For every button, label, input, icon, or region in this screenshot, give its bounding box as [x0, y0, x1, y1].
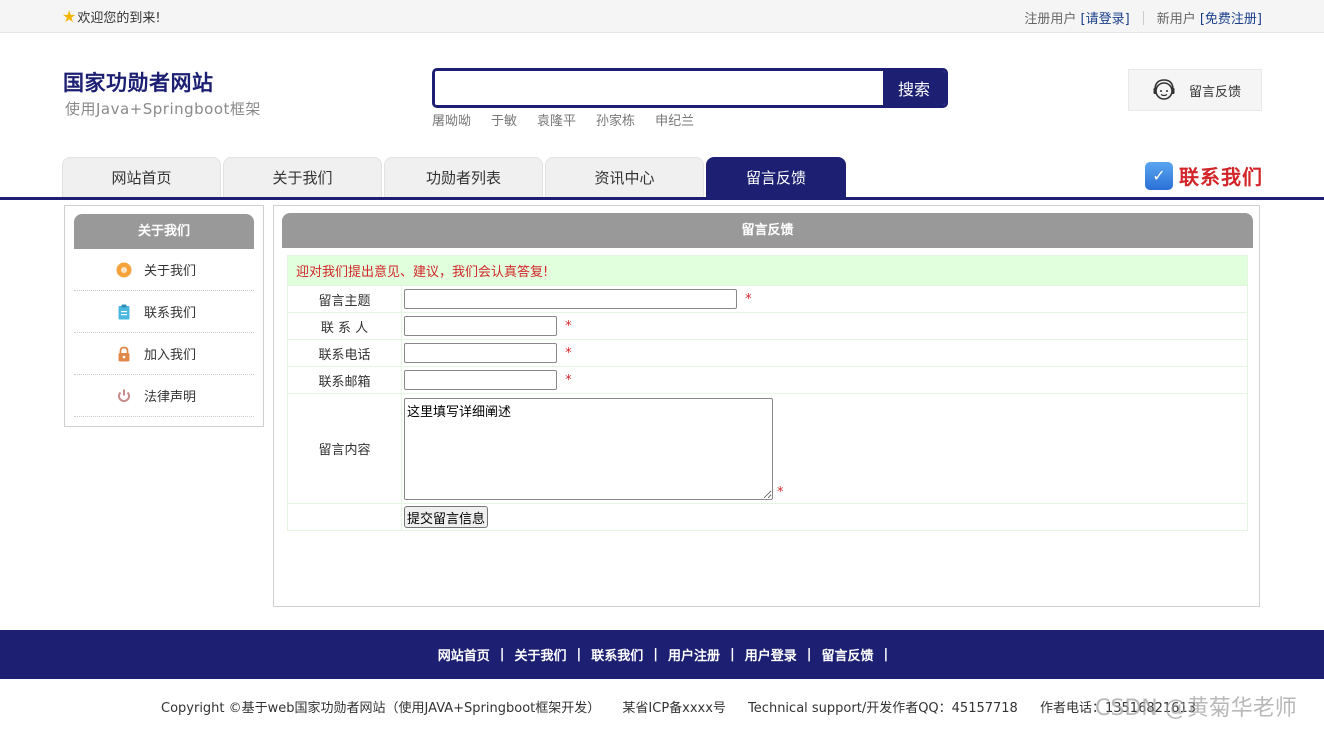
feedback-shortcut-label: 留言反馈	[1189, 84, 1242, 100]
top-bar: ★ 欢迎您的到来! 注册用户 [请登录] 新用户 [免费注册]	[0, 0, 1324, 33]
clipboard-icon	[118, 304, 130, 319]
nav-tab-heroes[interactable]: 功勋者列表	[384, 157, 543, 197]
welcome-label: 欢迎您的到来!	[77, 11, 161, 26]
empty-cell	[287, 503, 402, 531]
hot-word[interactable]: 孙家栋	[596, 110, 635, 129]
contact-us-link[interactable]: ✓ 联系我们	[1145, 161, 1263, 190]
main-nav: 网站首页 关于我们 功勋者列表 资讯中心 留言反馈	[62, 157, 848, 197]
sidebar-item-join[interactable]: 加入我们	[74, 333, 254, 375]
footer-separator: |	[883, 647, 889, 662]
required-mark: *	[565, 345, 572, 361]
nav-tab-about[interactable]: 关于我们	[223, 157, 382, 197]
subject-input[interactable]	[404, 289, 737, 309]
sidebar-item-contact[interactable]: 联系我们	[74, 291, 254, 333]
panel-title: 留言反馈	[282, 213, 1253, 248]
hot-word[interactable]: 袁隆平	[537, 110, 576, 129]
email-input[interactable]	[404, 370, 557, 390]
lock-icon	[118, 346, 130, 361]
footer-link-register[interactable]: 用户注册	[668, 645, 720, 664]
contact-us-label: 联系我们	[1179, 165, 1263, 189]
site-subtitle: 使用Java+Springboot框架	[65, 100, 261, 118]
sidebar-list: 关于我们 联系我们 加入我们 法律声明	[74, 249, 254, 417]
feedback-shortcut[interactable]: 留言反馈	[1128, 69, 1262, 111]
about-icon	[116, 262, 132, 277]
sidebar-item-label: 法律声明	[144, 390, 197, 405]
star-icon: ★	[62, 6, 77, 26]
email-label: 联系邮箱	[287, 366, 402, 394]
customer-service-icon	[1153, 79, 1175, 100]
footer-link-feedback[interactable]: 留言反馈	[822, 645, 874, 664]
search-button[interactable]: 搜索	[883, 71, 945, 105]
support-text: Technical support/开发作者QQ：45157718	[748, 701, 1018, 716]
sidebar-item-about[interactable]: 关于我们	[74, 249, 254, 291]
required-mark: *	[565, 372, 572, 388]
contact-person-label: 联 系 人	[287, 312, 402, 340]
registered-user-label: 注册用户	[1024, 12, 1077, 27]
copyright-text: Copyright ©基于web国家功勋者网站（使用JAVA+Springboo…	[161, 701, 601, 716]
required-mark: *	[777, 484, 784, 500]
nav-tab-home[interactable]: 网站首页	[62, 157, 221, 197]
phone-input[interactable]	[404, 343, 557, 363]
icp-text: 某省ICP备xxxx号	[622, 701, 726, 716]
footer-separator: |	[499, 647, 505, 662]
footer-link-login[interactable]: 用户登录	[745, 645, 797, 664]
new-user-label: 新用户	[1156, 12, 1196, 27]
required-mark: *	[745, 291, 752, 307]
form-notice: 迎对我们提出意见、建议，我们会认真答复!	[287, 255, 1248, 286]
required-mark: *	[565, 318, 572, 334]
power-icon	[118, 389, 130, 402]
sidebar-item-label: 联系我们	[144, 306, 197, 321]
register-link[interactable]: [免费注册]	[1200, 8, 1262, 27]
content-textarea[interactable]: 这里填写详细阐述	[404, 397, 773, 500]
welcome-text: ★ 欢迎您的到来!	[62, 7, 161, 26]
footer-separator: |	[730, 647, 735, 662]
divider	[1142, 10, 1144, 25]
hot-word[interactable]: 屠呦呦	[432, 110, 471, 129]
footer-link-contact[interactable]: 联系我们	[591, 645, 643, 664]
sidebar: 关于我们 关于我们 联系我们 加入我们 法律声明	[64, 205, 264, 427]
nav-tab-news[interactable]: 资讯中心	[545, 157, 704, 197]
account-links: 注册用户 [请登录] 新用户 [免费注册]	[1024, 8, 1262, 27]
hot-word[interactable]: 于敏	[491, 110, 517, 129]
footer-nav: 网站首页 | 关于我们 | 联系我们 | 用户注册 | 用户登录 | 留言反馈 |	[0, 630, 1324, 679]
sidebar-item-legal[interactable]: 法律声明	[74, 375, 254, 417]
feedback-panel: 留言反馈 迎对我们提出意见、建议，我们会认真答复! 留言主题 * 联 系 人 *…	[273, 205, 1260, 607]
hot-search-words: 屠呦呦 于敏 袁隆平 孙家栋 申纪兰	[432, 110, 694, 129]
copyright-line: Copyright ©基于web国家功勋者网站（使用JAVA+Springboo…	[161, 697, 1214, 716]
hot-word[interactable]: 申纪兰	[655, 110, 694, 129]
footer-separator: |	[806, 647, 812, 662]
watermark: CSDN @黄菊华老师	[1095, 696, 1297, 721]
footer-link-about[interactable]: 关于我们	[514, 645, 566, 664]
site-title[interactable]: 国家功勋者网站	[63, 67, 214, 97]
footer-separator: |	[653, 647, 658, 662]
sidebar-item-label: 加入我们	[144, 348, 197, 363]
subject-label: 留言主题	[287, 285, 402, 313]
contact-person-input[interactable]	[404, 316, 557, 336]
phone-icon: ✓	[1145, 161, 1173, 190]
submit-button[interactable]: 提交留言信息	[404, 506, 489, 528]
search-box: 搜索	[432, 68, 948, 108]
content-label: 留言内容	[287, 393, 402, 504]
search-input[interactable]	[435, 71, 883, 105]
nav-underline	[0, 197, 1324, 200]
sidebar-title: 关于我们	[74, 214, 254, 249]
login-link[interactable]: [请登录]	[1081, 8, 1130, 27]
footer-link-home[interactable]: 网站首页	[438, 645, 490, 664]
phone-label: 联系电话	[287, 339, 402, 367]
sidebar-item-label: 关于我们	[144, 264, 197, 279]
nav-tab-feedback[interactable]: 留言反馈	[706, 157, 846, 197]
feedback-form: 迎对我们提出意见、建议，我们会认真答复! 留言主题 * 联 系 人 * 联系电话…	[287, 255, 1248, 531]
footer-separator: |	[576, 647, 582, 662]
